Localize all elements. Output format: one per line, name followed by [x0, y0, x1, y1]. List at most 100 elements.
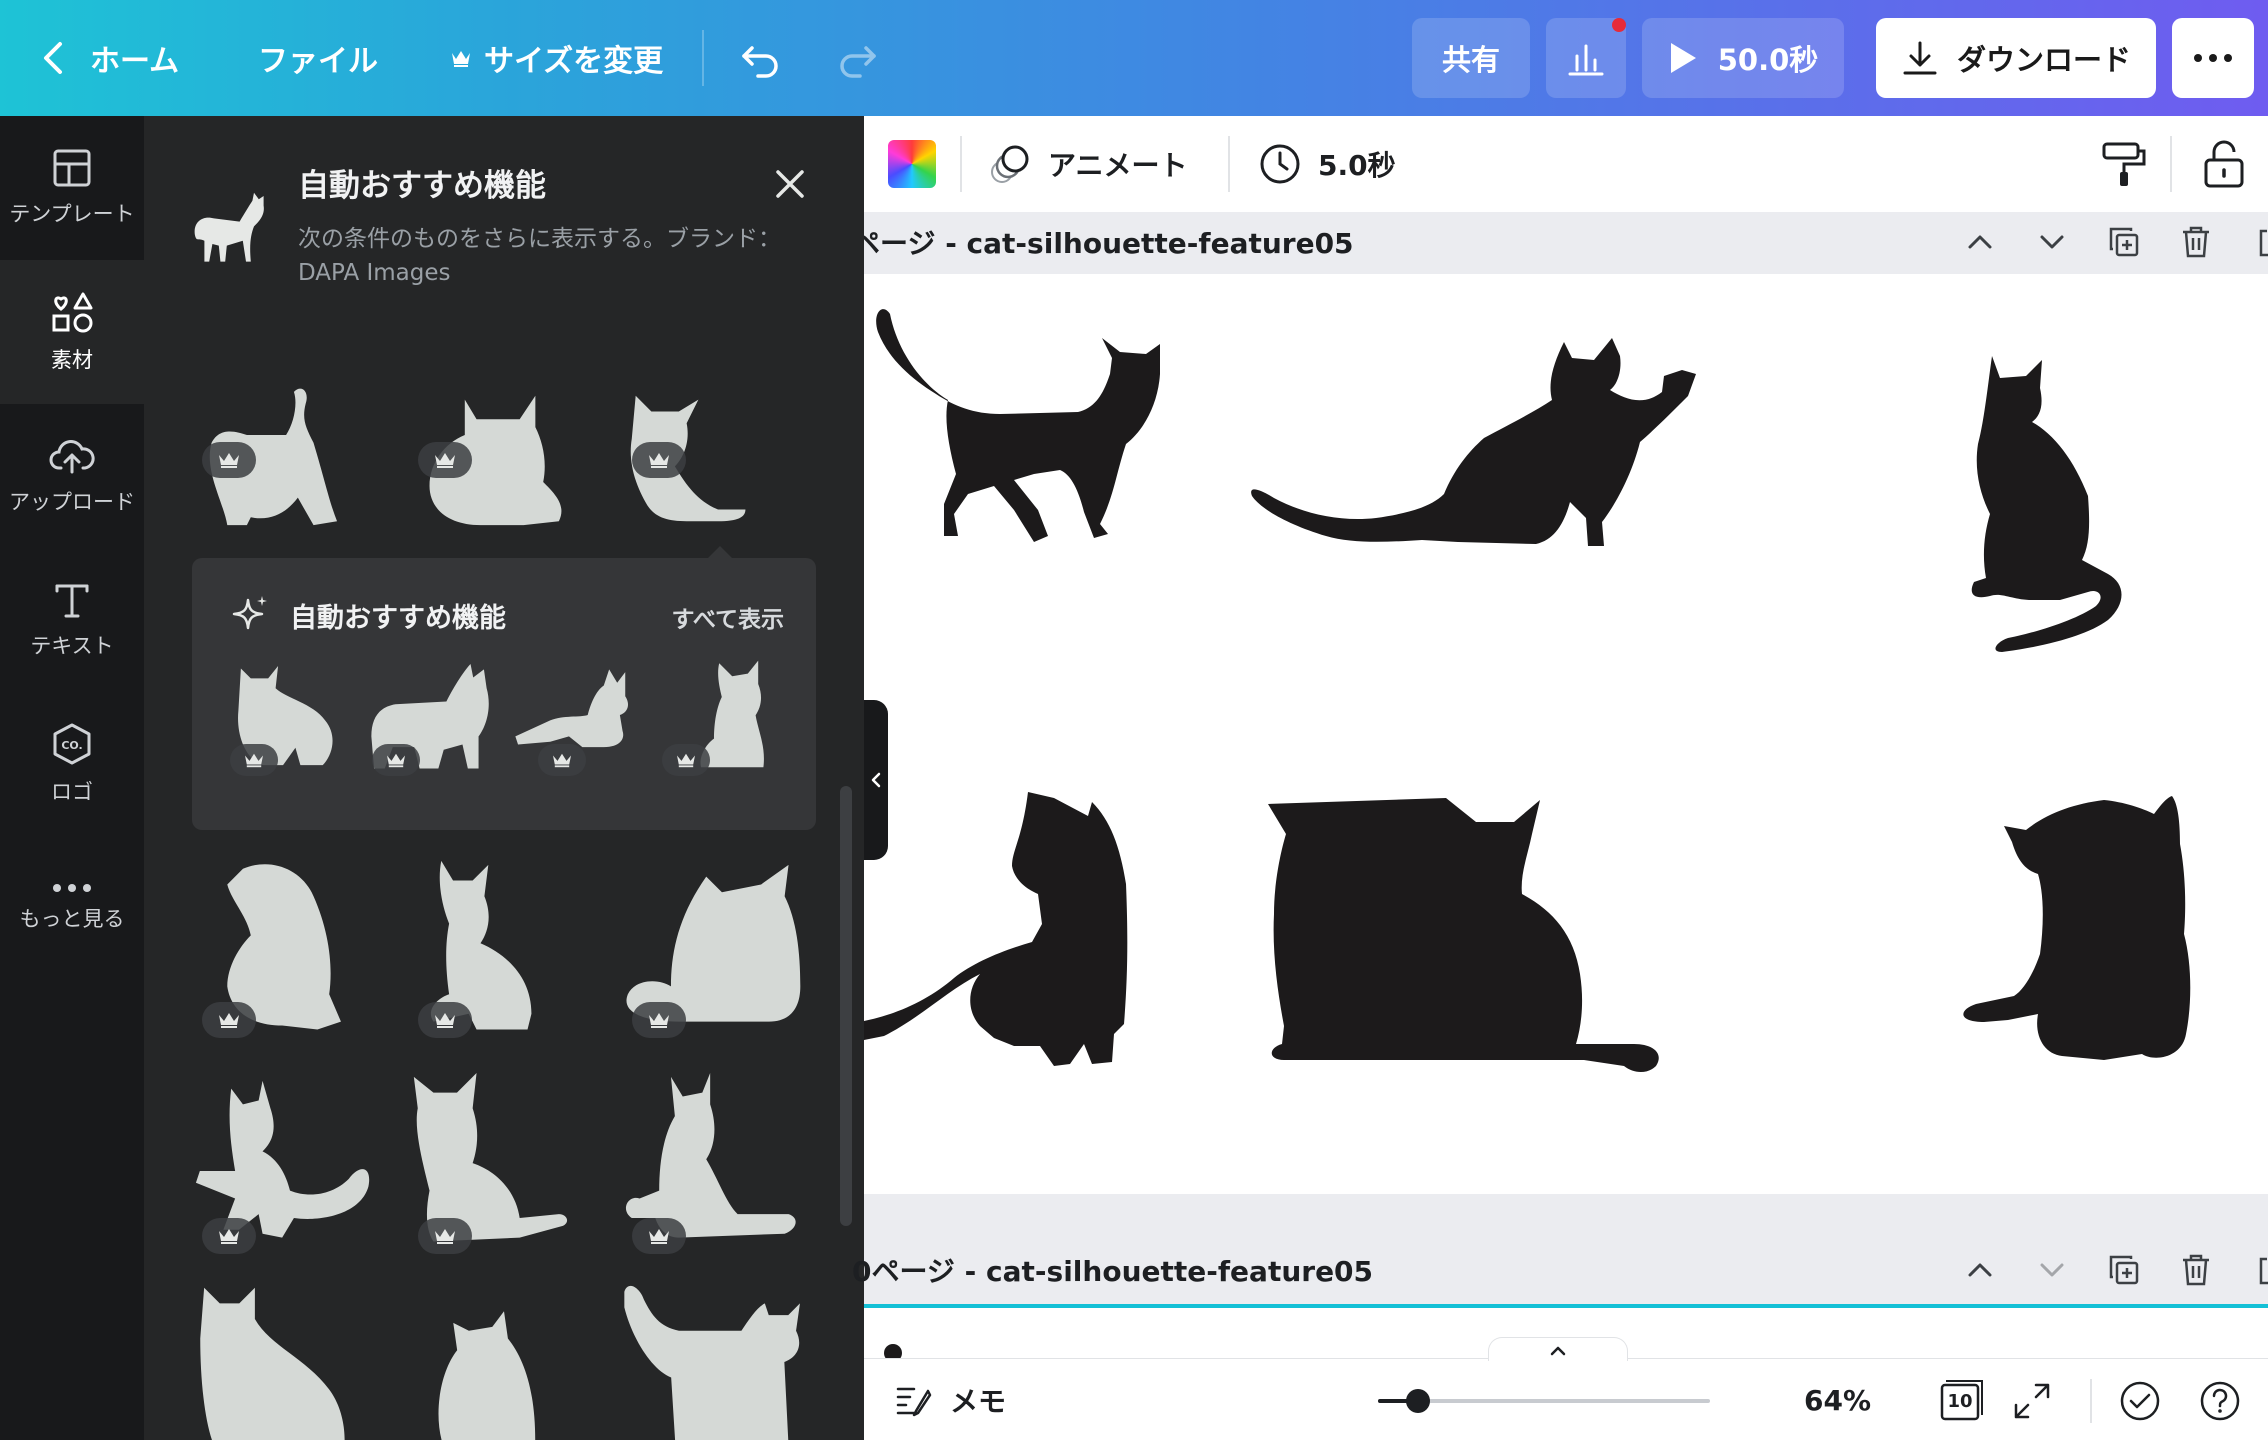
- element-thumbnail[interactable]: [620, 1280, 816, 1440]
- premium-badge: [372, 744, 420, 776]
- color-picker-button[interactable]: [888, 140, 936, 188]
- rail-label-text: テキスト: [30, 634, 114, 658]
- crown-icon: [649, 1229, 669, 1244]
- suggest-thumbnail[interactable]: [226, 656, 350, 790]
- fullscreen-icon[interactable]: [2010, 1379, 2054, 1423]
- design-page[interactable]: [864, 274, 2268, 1194]
- crown-icon: [649, 453, 669, 468]
- svg-text:CO.: CO.: [61, 739, 82, 752]
- suggest-title: 自動おすすめ機能: [290, 603, 506, 634]
- suggest-thumbnail[interactable]: [662, 656, 792, 790]
- cat-silhouettes-artwork: [864, 309, 2191, 1072]
- more-options-button[interactable]: [2172, 18, 2254, 98]
- duplicate-page-button[interactable]: [2102, 1248, 2146, 1292]
- add-page-button[interactable]: [2246, 1248, 2268, 1292]
- element-thumbnail[interactable]: [192, 1066, 388, 1276]
- share-button[interactable]: 共有: [1412, 18, 1530, 98]
- element-thumbnail[interactable]: [192, 850, 388, 1060]
- text-icon: [55, 584, 89, 618]
- present-button[interactable]: 50.0秒: [1642, 18, 1844, 98]
- duplicate-page-button[interactable]: [2102, 220, 2146, 264]
- cat-silhouette-graphic: [624, 1285, 800, 1440]
- check-circle-icon[interactable]: [2118, 1379, 2162, 1423]
- suggest-card: 自動おすすめ機能 すべて表示: [192, 558, 816, 830]
- chevron-up-icon: [1968, 1263, 1992, 1277]
- notes-button[interactable]: メモ: [894, 1359, 1006, 1440]
- premium-badge: [538, 744, 586, 776]
- element-thumbnail[interactable]: [406, 850, 602, 1060]
- lock-icon[interactable]: [2200, 138, 2248, 190]
- element-thumbnail[interactable]: [406, 1066, 602, 1276]
- home-label: ホーム: [90, 44, 180, 79]
- rail-item-more[interactable]: もっと見る: [0, 836, 144, 980]
- rail-item-text[interactable]: テキスト: [0, 548, 144, 692]
- rail-item-uploads[interactable]: アップロード: [0, 404, 144, 548]
- crown-icon: [435, 1013, 455, 1028]
- play-icon: [1670, 43, 1696, 73]
- file-menu[interactable]: ファイル: [258, 0, 378, 116]
- crown-icon: [435, 453, 455, 468]
- delete-page-button[interactable]: [2174, 1248, 2218, 1292]
- paint-roller-icon[interactable]: [2098, 138, 2150, 190]
- element-thumbnail[interactable]: [620, 850, 816, 1060]
- zoom-slider-thumb[interactable]: [1405, 1389, 1430, 1413]
- expand-pages-button[interactable]: [1488, 1337, 1628, 1361]
- resize-button[interactable]: サイズを変更: [450, 0, 663, 116]
- download-icon: [1903, 41, 1937, 75]
- chevron-up-icon: [1968, 235, 1992, 249]
- home-button[interactable]: ホーム: [40, 0, 179, 116]
- cat-silhouette-walking: [876, 309, 1160, 542]
- page-title: 0ページ - cat-silhouette-feature05: [852, 1255, 1374, 1288]
- rail-item-templates[interactable]: テンプレート: [0, 116, 144, 260]
- move-page-up-button[interactable]: [1958, 220, 2002, 264]
- page-header: 0ページ - cat-silhouette-feature05: [852, 1240, 2268, 1300]
- element-thumbnail[interactable]: [406, 1280, 602, 1440]
- delete-page-button[interactable]: [2174, 220, 2218, 264]
- move-page-up-button[interactable]: [1958, 1248, 2002, 1292]
- crown-icon: [677, 753, 695, 768]
- close-icon[interactable]: [766, 160, 814, 208]
- premium-badge: [230, 744, 278, 776]
- rail-label-more: もっと見る: [19, 907, 125, 931]
- notes-icon: [896, 1387, 932, 1417]
- crown-icon: [219, 1229, 239, 1244]
- page-grid-button[interactable]: 10: [1938, 1379, 1984, 1423]
- footer-divider: [2090, 1379, 2092, 1423]
- premium-badge: [418, 1218, 472, 1254]
- share-label: 共有: [1441, 43, 1500, 77]
- see-all-link[interactable]: すべて表示: [672, 600, 784, 634]
- cat-silhouette-pawing: [1251, 338, 1696, 546]
- element-thumbnail[interactable]: [192, 1280, 388, 1440]
- rail-label-elements: 素材: [51, 348, 93, 372]
- trash-icon: [2183, 226, 2209, 258]
- help-icon[interactable]: [2198, 1379, 2242, 1423]
- suggest-thumbnail[interactable]: [510, 656, 644, 790]
- crown-icon: [452, 51, 470, 67]
- chevron-up-icon: [1550, 1346, 1566, 1355]
- cat-silhouette-graphic: [200, 1287, 345, 1440]
- bottom-bar: メモ 64% 10: [864, 1337, 2268, 1440]
- crown-icon: [553, 753, 571, 768]
- bar-chart-icon: [1568, 44, 1604, 76]
- animate-button[interactable]: アニメート: [988, 116, 1187, 212]
- crown-icon: [245, 753, 263, 768]
- collapse-panel-button[interactable]: [864, 700, 888, 860]
- duration-button[interactable]: 5.0秒: [1258, 116, 1396, 212]
- download-button[interactable]: ダウンロード: [1876, 18, 2156, 98]
- crown-icon: [219, 453, 239, 468]
- panel-scrollbar[interactable]: [840, 786, 852, 1226]
- move-page-down-button[interactable]: [2030, 220, 2074, 264]
- rail-item-elements[interactable]: 素材: [0, 260, 144, 404]
- redo-button[interactable]: [834, 0, 880, 116]
- chevron-down-icon: [2040, 1263, 2064, 1277]
- add-page-button[interactable]: [2246, 220, 2268, 264]
- move-page-down-button[interactable]: [2030, 1248, 2074, 1292]
- suggest-thumbnail[interactable]: [366, 656, 500, 790]
- element-thumbnail[interactable]: [620, 1066, 816, 1276]
- play-duration: 50.0秒: [1717, 43, 1819, 77]
- context-toolbar: アニメート 5.0秒: [864, 116, 2268, 212]
- zoom-level[interactable]: 64%: [1804, 1359, 1871, 1440]
- rail-item-logos[interactable]: CO. ロゴ: [0, 692, 144, 836]
- premium-badge: [632, 442, 686, 478]
- undo-button[interactable]: [738, 0, 784, 116]
